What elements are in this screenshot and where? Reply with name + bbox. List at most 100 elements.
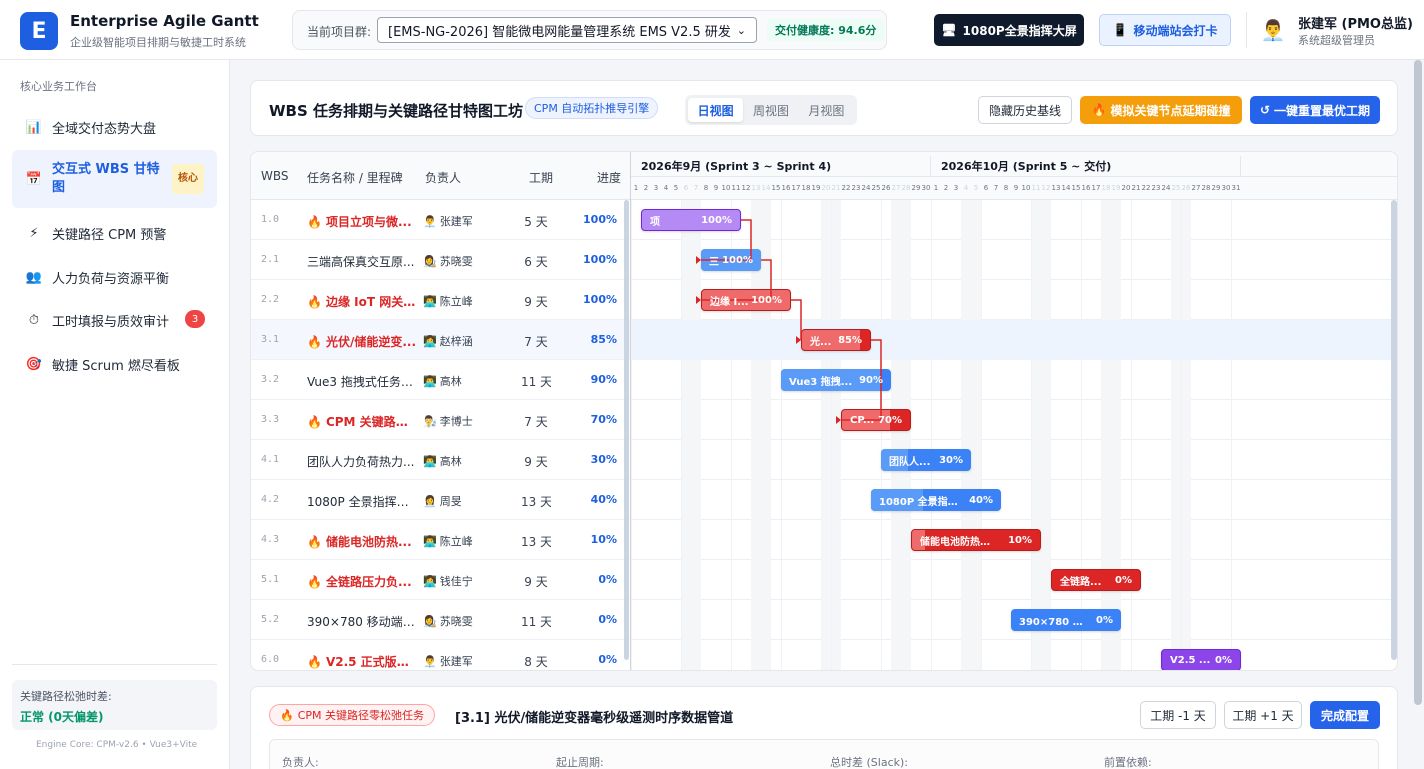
task-progress: 0% [598,573,617,586]
task-name-label: 储能电池防热... [325,535,412,549]
tab-day-view[interactable]: 日视图 [688,98,744,122]
simulate-delay-button[interactable]: 🔥 模拟关键节点延期碰撞 [1080,96,1242,124]
sidebar-item-label: 交互式 WBS 甘特图 [52,162,160,195]
header-divider [1246,12,1247,48]
brand-title: Enterprise Agile Gantt [70,12,259,30]
task-duration: 9 天 [524,455,548,469]
slack-status-box: 关键路径松弛时差: 正常 (0天偏差) [12,680,217,730]
page-title: WBS 任务排期与关键路径甘特图工坊 [269,102,524,120]
gantt-bar[interactable]: 390×780 移... 0% [1011,609,1121,631]
sidebar-item-scrum[interactable]: 🎯 敏捷 Scrum 燃尽看板 [12,344,217,384]
monitor-icon: 🖥 [941,23,957,37]
mobile-checkin-button[interactable]: 📱 移动端站会打卡 [1099,14,1231,46]
avatar[interactable]: 👨‍💼 [1260,16,1286,44]
bar-label: 团队人... [889,456,931,468]
column-header-wbs: WBS [261,169,289,183]
avatar: 👩‍🎨 [423,615,437,628]
day-label: 13 [751,184,761,192]
task-name-label: 390×780 移动端敏... [307,615,417,629]
sidebar-item-dashboard[interactable]: 📊 全域交付态势大盘 [12,107,217,147]
day-label: 9 [713,184,719,192]
grid-line [1231,200,1232,670]
column-header-name: 任务名称 / 里程碑 [307,171,403,185]
sidebar-item-resource[interactable]: 👥 人力负荷与资源平衡 [12,257,217,297]
day-label: 30 [1221,184,1231,192]
fire-icon: 🔥 [307,535,322,549]
owner-name: 张建军 [439,215,473,228]
task-detail-panel: 🔥 CPM 关键路径零松弛任务 [3.1] 光伏/储能逆变器毫秒级遥测时序数据管… [250,686,1398,769]
day-label: 12 [1041,184,1051,192]
bar-label: V2.5 ... [1170,654,1211,666]
gantt-bar[interactable]: V2.5 ... 0% [1161,649,1241,670]
sidebar-item-wbs-gantt[interactable]: 📅 交互式 WBS 甘特图 核心 [12,150,217,208]
weekend-column [1031,200,1051,670]
task-name-label: V2.5 正式版本... [325,655,417,669]
task-progress: 90% [590,373,617,386]
task-owner: 👩‍🎨 苏晓雯 [423,613,503,629]
sidebar-item-timesheet[interactable]: ⏱ 工时填报与质效审计 3 [12,300,217,340]
day-label: 21 [1131,184,1141,192]
gantt-bar[interactable]: 1080P 全景指挥... 40% [871,489,1001,511]
owner-name: 陈立峰 [439,535,473,548]
bar-progress: 40% [969,494,993,506]
day-label: 20 [1121,184,1131,192]
mobile-checkin-label: 移动端站会打卡 [1133,23,1218,38]
day-label: 30 [921,184,931,192]
gantt-bar[interactable]: 全链路... 0% [1051,569,1141,591]
month-header-sep: 2026年9月 (Sprint 3 ~ Sprint 4) [631,156,931,176]
task-name: Vue3 拖拽式任务排... [307,373,417,390]
owner-name: 张建军 [439,655,473,668]
day-label: 19 [1111,184,1121,192]
sidebar-item-cpm-alert[interactable]: ⚡ 关键路径 CPM 预警 [12,213,217,253]
wbs-code: 4.1 [261,454,280,465]
duration-plus-button[interactable]: 工期 +1 天 [1224,701,1302,729]
day-label: 22 [841,184,851,192]
task-duration: 11 天 [521,615,551,629]
avatar: 👨‍💻 [423,375,437,388]
task-name-label: 项目立项与微... [325,215,412,229]
task-duration: 5 天 [524,215,548,229]
day-label: 17 [791,184,801,192]
grid-divider[interactable] [630,152,631,670]
avatar: 👨‍💻 [423,535,437,548]
hide-baseline-button[interactable]: 隐藏历史基线 [978,96,1072,124]
task-duration: 7 天 [524,335,548,349]
task-list-scrollbar[interactable] [624,200,629,660]
project-select[interactable]: [EMS-NG-2026] 智能微电网能量管理系统 EMS V2.5 研发 ⌄ [377,17,757,43]
task-duration: 7 天 [524,415,548,429]
avatar: 👩‍💼 [423,495,437,508]
page-scrollbar[interactable] [1414,60,1422,705]
gantt-bar[interactable]: CP... 70% [841,409,911,431]
timeline-scrollbar[interactable] [1391,200,1397,660]
day-label: 13 [1051,184,1061,192]
duration-minus-button[interactable]: 工期 -1 天 [1140,701,1216,729]
project-select-value: [EMS-NG-2026] 智能微电网能量管理系统 EMS V2.5 研发 [388,24,731,40]
gantt-bar[interactable]: Vue3 拖拽... 90% [781,369,891,391]
day-label: 11 [731,184,741,192]
sidebar-title: 核心业务工作台 [20,80,97,93]
day-label: 26 [1181,184,1191,192]
day-label: 28 [1201,184,1211,192]
fullscreen-dashboard-button[interactable]: 🖥 1080P全景指挥大屏 [934,14,1084,46]
day-header-row: 1 2 3 4 5 6 7 8 9 10 11 12 13 14 15 16 17 18 19 20 21 22 23 24 2… [631,176,1397,200]
gantt-bar[interactable]: 团队人... 30% [881,449,971,471]
task-progress: 0% [598,613,617,626]
complete-config-button[interactable]: 完成配置 [1310,701,1380,729]
tab-month-view[interactable]: 月视图 [799,98,854,122]
task-duration: 13 天 [521,535,551,549]
fire-icon: 🔥 [307,415,322,429]
sidebar-divider [12,664,217,665]
day-label: 17 [1091,184,1101,192]
day-label: 2 [643,184,649,192]
tab-week-view[interactable]: 周视图 [743,98,798,122]
bar-label: 边缘 I... [710,296,749,308]
gantt-bar[interactable]: 光... 85% [801,329,871,351]
gantt-bar[interactable]: 三 100% [701,249,761,271]
day-label: 3 [953,184,959,192]
owner-name: 赵梓涵 [439,335,473,348]
reset-schedule-button[interactable]: ↺ 一键重置最优工期 [1250,96,1380,124]
gantt-bar[interactable]: 边缘 I... 100% [701,289,791,311]
gantt-bar[interactable]: 项 100% [641,209,741,231]
gantt-bar[interactable]: 储能电池防热失... 10% [911,529,1041,551]
day-label: 24 [861,184,871,192]
